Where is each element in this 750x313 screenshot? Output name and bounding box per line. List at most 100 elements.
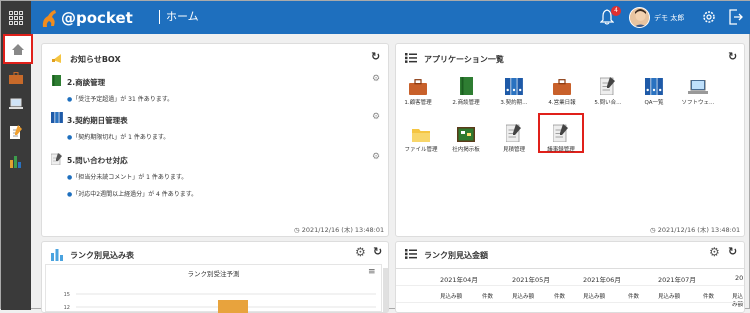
clock-icon: ◷ <box>650 226 656 234</box>
user-name[interactable]: デモ 太郎 <box>654 13 684 23</box>
list-icon <box>405 53 417 63</box>
panel-title: アプリケーション一覧 <box>424 55 504 64</box>
table-subheader: 見込み額 <box>732 294 744 308</box>
scrollbar[interactable] <box>383 268 388 312</box>
notice-line[interactable]: ●「契約期限切れ」が 1 件あります。 <box>67 132 169 141</box>
home-icon <box>12 43 24 55</box>
briefcase-icon <box>409 79 427 95</box>
panel-title: お知らせBOX <box>70 55 121 64</box>
app-tile[interactable]: 4.営業日報 <box>540 73 584 106</box>
refresh-icon[interactable]: ↻ <box>373 245 382 258</box>
top-bar: @pocket ホーム 4 デモ 太郎 <box>1 1 750 34</box>
notice-line[interactable]: ●「対応中2週間以上経過分」が 4 件あります。 <box>67 189 197 198</box>
rank-chart-panel: ランク別見込み表 ⚙ ↻ ランク別受注予測 ≡ 15 12 <box>41 241 389 313</box>
app-grid-icon[interactable] <box>1 1 31 34</box>
list-icon <box>405 249 417 259</box>
binders-icon <box>51 112 63 123</box>
notepad-icon <box>506 124 521 142</box>
table-subheader: 件数 <box>628 294 640 300</box>
table-subheader: 見込み額 <box>440 294 463 300</box>
bar-chart-icon <box>10 156 21 168</box>
sidebar-item-home[interactable] <box>3 34 33 64</box>
rank-amount-panel: ランク別見込金額 ⚙ ↻ 2021年04月 2021年05月 2021年06月 … <box>395 241 745 313</box>
y-tick-label: 12 <box>64 305 70 311</box>
app-tile-highlighted[interactable]: 議事録管理 <box>538 113 584 153</box>
chart-bar <box>218 300 248 313</box>
app-tile[interactable]: QA一覧 <box>632 73 676 106</box>
refresh-icon[interactable]: ↻ <box>728 245 737 258</box>
book-icon <box>52 75 61 86</box>
briefcase-icon <box>9 72 23 84</box>
bar-chart-icon <box>51 249 63 261</box>
folder-icon <box>412 129 430 142</box>
sidebar <box>1 34 33 310</box>
settings-gear-icon[interactable]: ⚙ <box>709 245 720 259</box>
board-icon <box>457 127 475 142</box>
sidebar-item-notepad[interactable] <box>4 120 28 144</box>
notepad-icon <box>600 77 615 95</box>
logout-icon[interactable] <box>729 9 743 27</box>
table-subheader: 見込み額 <box>658 294 681 300</box>
notice-line[interactable]: ●「担当分未読コメント」が 1 件あります。 <box>67 172 187 181</box>
kangaroo-logo-icon <box>42 10 56 27</box>
rank-chart-svg: 1512 <box>64 292 376 313</box>
refresh-icon[interactable]: ↻ <box>371 50 380 63</box>
panel-title: ランク別見込金額 <box>424 251 488 260</box>
notification-badge: 4 <box>611 6 621 16</box>
table-header-month: 20 <box>735 274 744 282</box>
table-header-month: 2021年04月 <box>440 276 478 284</box>
notepad-icon <box>10 125 22 139</box>
notice-section-title[interactable]: 2.商談管理 <box>67 77 105 88</box>
app-name: @pocket <box>61 9 133 27</box>
panel-timestamp: ◷ 2021/12/16 (木) 13:48:01 <box>650 226 741 234</box>
table-divider <box>396 285 744 286</box>
panel-title: ランク別見込み表 <box>70 251 134 260</box>
app-tile[interactable]: 2.商談管理 <box>444 73 488 106</box>
sidebar-item-chart[interactable] <box>4 149 28 173</box>
book-icon <box>459 77 473 95</box>
table-divider <box>396 268 744 269</box>
sidebar-item-briefcase[interactable] <box>4 66 28 90</box>
settings-gear-icon[interactable]: ⚙ <box>355 245 366 259</box>
laptop-icon <box>9 98 23 109</box>
refresh-icon[interactable]: ↻ <box>728 50 737 63</box>
clock-icon: ◷ <box>294 226 300 234</box>
settings-gear-icon[interactable] <box>701 9 717 27</box>
section-settings-icon[interactable]: ⚙ <box>372 112 380 122</box>
table-subheader: 件数 <box>554 294 566 300</box>
app-tile[interactable]: ソフトウェ… <box>676 73 720 106</box>
section-settings-icon[interactable]: ⚙ <box>372 74 380 84</box>
notepad-icon <box>553 124 568 142</box>
sidebar-item-laptop[interactable] <box>4 92 28 116</box>
table-header-month: 2021年07月 <box>658 276 696 284</box>
applications-panel: アプリケーション一覧 ↻ 1.顧客管理 2.商談管理 3.契約期… 4.営業日報… <box>395 43 745 237</box>
briefcase-icon <box>553 79 571 95</box>
table-header-month: 2021年05月 <box>512 276 550 284</box>
chart-area: ランク別受注予測 ≡ 15 12 <box>45 264 382 313</box>
app-tile[interactable]: 1.顧客管理 <box>396 73 440 106</box>
megaphone-icon <box>52 54 61 63</box>
notice-section-title[interactable]: 5.問い合わせ対応 <box>67 155 128 166</box>
app-tile[interactable]: 社内掲示板 <box>444 120 488 153</box>
notice-line[interactable]: ●「受注予定超過」が 31 件あります。 <box>67 94 173 103</box>
table-divider <box>396 302 744 303</box>
section-settings-icon[interactable]: ⚙ <box>372 152 380 162</box>
avatar[interactable] <box>629 7 650 28</box>
binders-icon <box>505 78 523 95</box>
app-tile[interactable]: 5.問い合… <box>586 73 630 106</box>
table-subheader: 件数 <box>482 294 494 300</box>
app-logo[interactable]: @pocket <box>39 5 133 31</box>
app-tile[interactable]: 見積管理 <box>492 120 536 153</box>
table-subheader: 見込み額 <box>583 294 606 300</box>
app-tile[interactable]: ファイル管理 <box>399 120 443 153</box>
laptop-icon <box>688 80 708 94</box>
notepad-icon <box>51 153 62 165</box>
panel-timestamp: ◷ 2021/12/16 (木) 13:48:01 <box>294 226 385 234</box>
table-subheader: 見込み額 <box>512 294 535 300</box>
notice-section-title[interactable]: 3.契約期日管理表 <box>67 115 128 126</box>
notice-box-panel: お知らせBOX ↻ 2.商談管理 ⚙ ●「受注予定超過」が 31 件あります。 … <box>41 43 389 237</box>
binders-icon <box>645 78 663 95</box>
table-subheader: 件数 <box>703 294 715 300</box>
page-title: ホーム <box>159 10 199 24</box>
app-tile[interactable]: 3.契約期… <box>492 73 536 106</box>
